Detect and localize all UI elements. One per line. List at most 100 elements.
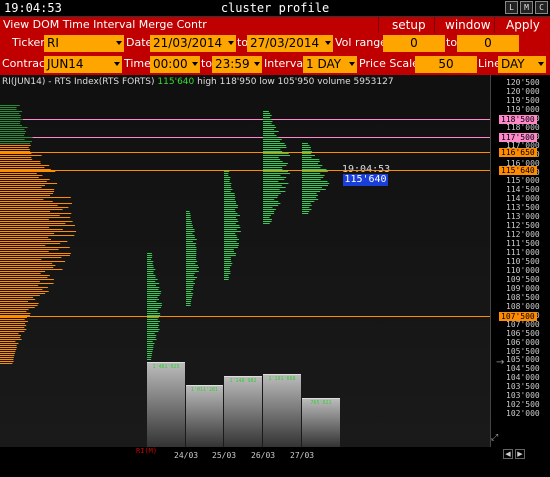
profile-bar xyxy=(0,339,22,340)
view-menu[interactable]: View DOM Time Interval Merge Contr xyxy=(3,18,207,31)
cluster-bar xyxy=(302,191,321,192)
cluster-bar xyxy=(263,165,287,166)
profile-bar xyxy=(0,105,20,106)
profile-bar xyxy=(0,305,38,306)
ticker-select[interactable]: RI xyxy=(44,35,124,52)
cluster-bar xyxy=(302,143,308,144)
cluster-bar xyxy=(224,263,233,264)
cluster-bar xyxy=(147,331,159,332)
cluster-bar xyxy=(147,273,154,274)
cluster-bar xyxy=(302,165,323,166)
cluster-bar xyxy=(302,197,317,198)
cluster-bar xyxy=(302,207,310,208)
cluster-bar xyxy=(186,239,197,240)
price-axis[interactable]: 120'500120'000119'500119'000118'500118'0… xyxy=(490,75,550,447)
cluster-bar xyxy=(186,301,192,302)
cluster-bar xyxy=(263,211,275,212)
interval-select[interactable]: 1 DAY xyxy=(303,56,357,73)
cluster-bar xyxy=(302,211,310,212)
cluster-bar xyxy=(302,147,311,148)
date-from-field[interactable]: 21/03/2014 xyxy=(150,35,236,52)
cluster-bar xyxy=(147,313,161,314)
cluster-bar xyxy=(263,147,287,148)
cluster-bar xyxy=(147,349,153,350)
profile-bar xyxy=(0,361,14,362)
profile-bar xyxy=(0,219,49,220)
price-marker: 118'500 xyxy=(499,114,537,124)
cluster-bar xyxy=(147,335,157,336)
cluster-bar xyxy=(302,171,328,172)
chevron-down-icon xyxy=(349,62,355,66)
cluster-bar xyxy=(147,341,153,342)
cluster-bar xyxy=(263,131,279,132)
profile-bar xyxy=(0,237,49,238)
cluster-bar xyxy=(263,137,279,138)
apply-button[interactable]: Apply xyxy=(506,18,540,32)
profile-bar xyxy=(0,187,42,188)
cluster-bar xyxy=(224,171,230,172)
cluster-bar xyxy=(186,261,198,262)
window-button-l[interactable]: L xyxy=(505,1,518,14)
cluster-bar xyxy=(302,159,320,160)
cluster-bar xyxy=(224,273,231,274)
time-to-field[interactable]: 23:59 xyxy=(212,56,262,73)
profile-bar xyxy=(0,243,61,244)
profile-bar xyxy=(0,259,42,260)
cluster-bar xyxy=(302,189,326,190)
cluster-bar xyxy=(263,129,275,130)
cluster-bar xyxy=(224,177,231,178)
profile-bar xyxy=(0,185,45,186)
cluster-bar xyxy=(224,225,240,226)
expand-icon[interactable]: ⤢ xyxy=(491,433,498,443)
cluster-bar xyxy=(263,203,281,204)
profile-bar xyxy=(0,277,48,278)
plot-area[interactable]: RI(JUN14) - RTS Index(RTS FORTS) 115'640… xyxy=(0,75,490,455)
profile-bar xyxy=(0,245,46,246)
profile-bar xyxy=(0,225,75,226)
profile-bar xyxy=(0,287,48,288)
cluster-bar xyxy=(224,197,236,198)
date-to-field[interactable]: 27/03/2014 xyxy=(247,35,333,52)
profile-bar xyxy=(0,113,20,114)
cluster-bar xyxy=(147,345,154,346)
cluster-bar xyxy=(147,277,156,278)
cluster-bar xyxy=(263,123,272,124)
cluster-bar xyxy=(224,203,237,204)
arrow-right-icon[interactable]: ▶ xyxy=(515,449,525,459)
cluster-bar xyxy=(263,199,275,200)
window-title: cluster profile xyxy=(220,1,330,15)
cluster-bar xyxy=(224,279,229,280)
profile-bar xyxy=(0,179,50,180)
setup-menu[interactable]: setup xyxy=(392,18,426,32)
crosshair-icon[interactable]: → xyxy=(496,357,504,368)
cluster-bar xyxy=(147,305,162,306)
profile-bar xyxy=(0,167,45,168)
profile-bar xyxy=(0,295,40,296)
line-select[interactable]: DAY xyxy=(498,56,546,73)
cluster-chart[interactable]: RI(JUN14) - RTS Index(RTS FORTS) 115'640… xyxy=(0,75,550,477)
cluster-bar xyxy=(186,305,191,306)
window-button-c[interactable]: C xyxy=(535,1,548,14)
cluster-bar xyxy=(147,285,156,286)
pricescale-input[interactable]: 50 xyxy=(415,56,477,73)
cluster-bar xyxy=(263,171,288,172)
profile-bar xyxy=(0,265,56,266)
menu-separator xyxy=(434,17,435,33)
cluster-bar xyxy=(224,235,237,236)
contract-select[interactable]: JUN14 xyxy=(44,56,122,73)
cluster-bar xyxy=(224,183,232,184)
cluster-bar xyxy=(147,299,159,300)
arrow-left-icon[interactable]: ◀ xyxy=(503,449,513,459)
cluster-bar xyxy=(147,347,154,348)
window-button-m[interactable]: M xyxy=(520,1,533,14)
cluster-bar xyxy=(224,241,237,242)
profile-bar xyxy=(0,269,63,270)
time-from-field[interactable]: 00:00 xyxy=(150,56,200,73)
price-tick: 114'500 xyxy=(506,185,540,195)
window-menu[interactable]: window xyxy=(445,18,491,32)
cluster-bar xyxy=(302,213,309,214)
volrange-to-input[interactable]: 0 xyxy=(457,35,519,52)
profile-bar xyxy=(0,151,31,152)
cluster-bar xyxy=(186,213,191,214)
volrange-from-input[interactable]: 0 xyxy=(383,35,445,52)
